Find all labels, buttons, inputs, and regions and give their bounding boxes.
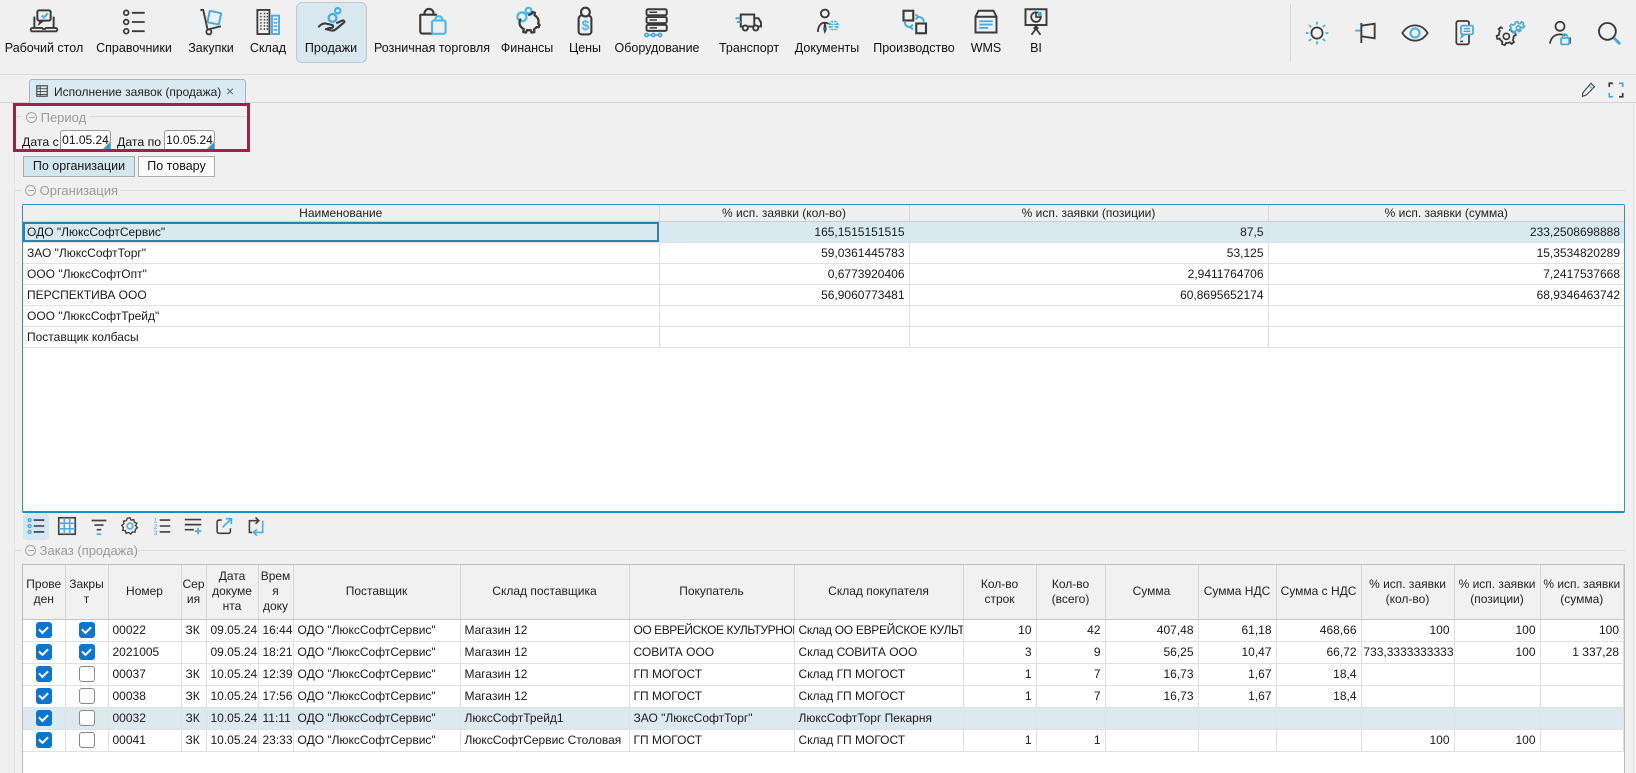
svg-text:$: $ (581, 18, 589, 34)
svg-text:3: 3 (154, 530, 158, 537)
